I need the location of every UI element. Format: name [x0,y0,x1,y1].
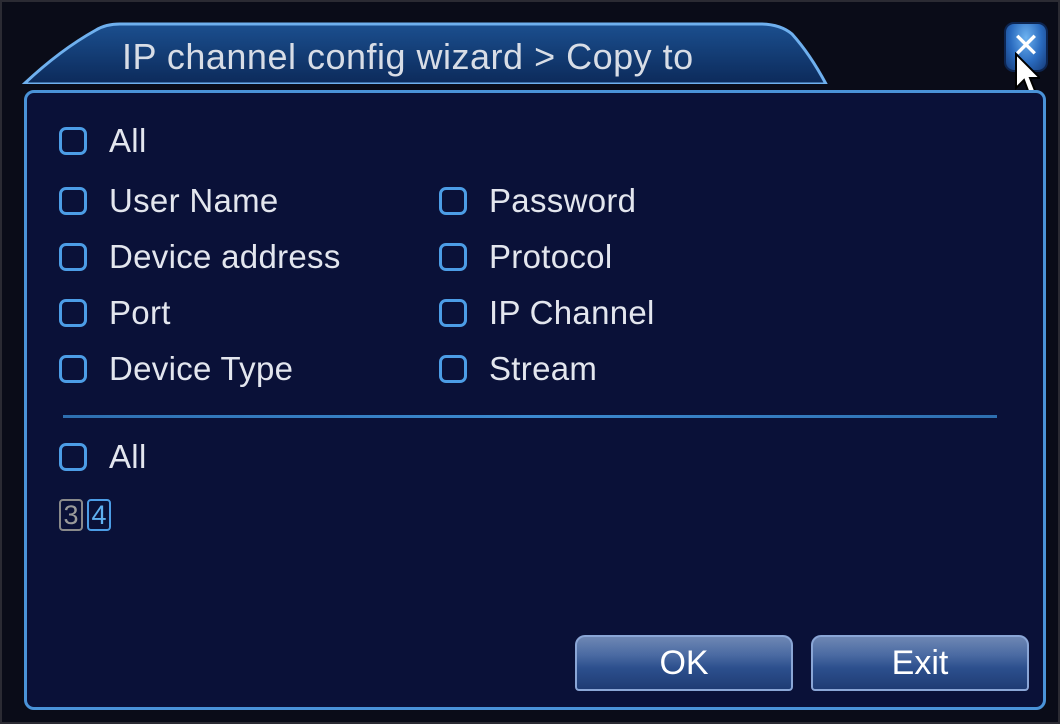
option-port[interactable]: Port [59,293,171,333]
checkbox-all-channels[interactable] [59,443,87,471]
options-panel: All User Name Password Device address Pr… [24,90,1046,710]
option-label: User Name [109,182,279,219]
option-label: Port [109,294,171,331]
checkbox-all-fields[interactable] [59,127,87,155]
option-password[interactable]: Password [439,181,636,221]
option-label: Password [489,182,637,219]
checkbox-protocol[interactable] [439,243,467,271]
channel-3-toggle[interactable]: 3 [59,499,83,531]
checkbox-device-address[interactable] [59,243,87,271]
option-label: Device Type [109,350,294,387]
option-label: Protocol [489,238,613,275]
option-all-fields[interactable]: All [59,121,147,161]
option-protocol[interactable]: Protocol [439,237,612,277]
option-device-type[interactable]: Device Type [59,349,293,389]
checkbox-user-name[interactable] [59,187,87,215]
checkbox-password[interactable] [439,187,467,215]
exit-button[interactable]: Exit [811,635,1029,691]
option-label: Device address [109,238,341,275]
option-device-address[interactable]: Device address [59,237,341,277]
checkbox-ip-channel[interactable] [439,299,467,327]
option-user-name[interactable]: User Name [59,181,279,221]
dialog-window: IP channel config wizard > Copy to ✕ All… [0,0,1060,724]
dialog-title: IP channel config wizard > Copy to [122,36,694,77]
option-label: All [109,122,147,159]
checkbox-stream[interactable] [439,355,467,383]
option-stream[interactable]: Stream [439,349,597,389]
channel-4-toggle[interactable]: 4 [87,499,111,531]
checkbox-device-type[interactable] [59,355,87,383]
checkbox-port[interactable] [59,299,87,327]
option-label: Stream [489,350,598,387]
title-bar: IP channel config wizard > Copy to [20,20,830,84]
option-all-channels[interactable]: All [59,437,147,477]
option-label: IP Channel [489,294,655,331]
section-divider [63,415,997,418]
option-ip-channel[interactable]: IP Channel [439,293,655,333]
option-label: All [109,438,147,475]
ok-button[interactable]: OK [575,635,793,691]
